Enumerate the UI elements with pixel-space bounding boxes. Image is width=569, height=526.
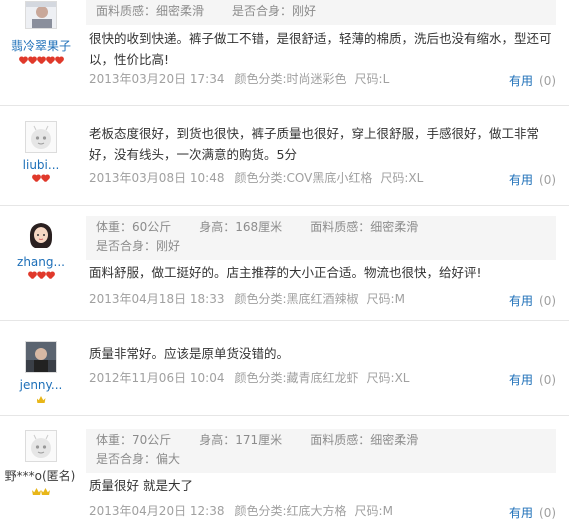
review-attributes: 面料质感：细密柔滑 是否合身：刚好 [86,0,556,25]
useful-button[interactable]: 有用 [509,74,533,88]
review-item: liubi... 老板态度很好，到货也很快，裤子质量也很好，穿上很舒服，手感很好… [0,106,569,206]
reviewer-name[interactable]: zhang... [0,255,82,269]
review-meta: 2013年03月20日 17:34 颜色分类:时尚迷彩色 尺码:L [89,72,390,86]
heart-rank-icon [46,57,55,65]
reviewer: jenny... [0,341,82,404]
review-meta: 2012年11月06日 10:04 颜色分类:藏青底红龙虾 尺码:XL [89,371,410,385]
review-item: jenny... 质量非常好。应该是原单货没错的。 2012年11月06日 10… [0,321,569,416]
useful-vote: 有用 (0) [509,294,557,308]
crown-rank-icon [32,488,41,495]
reviewer: 野***o(匿名) [0,430,82,496]
review-attributes: 体重：70公斤 身高：171厘米 面料质感：细密柔滑 是否合身：偏大 [86,429,556,473]
review-attributes: 体重：60公斤 身高：168厘米 面料质感：细密柔滑 是否合身：刚好 [86,216,556,260]
useful-button[interactable]: 有用 [509,373,533,387]
review-item: zhang... 体重：60公斤 身高：168厘米 面料质感：细密柔滑 是否合身：刚好… [0,206,569,321]
reviewer: 翡冷翠果子 [0,1,82,66]
crown-rank-icon [36,396,46,403]
heart-rank-icon [28,272,37,280]
crown-rank-icon [41,488,50,495]
review-text: 很快的收到快递。裤子做工不错，是很舒适，轻薄的棉质，洗后也没有缩水，型还可以，性… [89,31,552,67]
review-text: 面料舒服，做工挺好的。店主推荐的大小正合适。物流也很快，给好评! [89,265,482,280]
review-text: 质量很好 就是大了 [89,478,193,493]
useful-button[interactable]: 有用 [509,173,533,187]
useful-vote: 有用 (0) [509,506,557,520]
review-text: 老板态度很好，到货也很快，裤子质量也很好，穿上很舒服，手感很好，做工非常好，没有… [89,126,540,162]
heart-rank-icon [46,272,55,280]
heart-rank-icon [37,272,46,280]
review-meta: 2013年04月18日 18:33 颜色分类:黑底红酒辣椒 尺码:M [89,292,405,306]
reviewer-name[interactable]: 翡冷翠果子 [0,37,82,54]
avatar[interactable] [25,430,57,462]
reviewer-name[interactable]: liubi... [0,158,82,172]
reviewer-name[interactable]: jenny... [0,378,82,392]
rank-crowns [0,395,82,404]
avatar[interactable] [25,121,57,153]
reviewer: liubi... [0,121,82,184]
rank-crowns [0,487,82,496]
review-item: 翡冷翠果子 面料质感：细密柔滑 是否合身：刚好 很快的收到快递。裤子做工不错，是很… [0,0,569,106]
reviewer: zhang... [0,218,82,281]
rank-hearts [0,272,82,281]
rank-hearts [0,57,82,66]
review-meta: 2013年03月08日 10:48 颜色分类:COV黑底小红格 尺码:XL [89,171,424,185]
avatar[interactable] [25,341,57,373]
avatar[interactable] [25,218,57,250]
reviewer-name[interactable]: 野***o(匿名) [0,467,82,484]
heart-rank-icon [37,57,46,65]
rank-hearts [0,175,82,184]
review-meta: 2013年04月20日 12:38 颜色分类:红底大方格 尺码:M [89,504,393,518]
heart-rank-icon [41,175,50,183]
useful-button[interactable]: 有用 [509,506,533,520]
useful-vote: 有用 (0) [509,74,557,88]
heart-rank-icon [19,57,28,65]
useful-vote: 有用 (0) [509,173,557,187]
useful-vote: 有用 (0) [509,373,557,387]
review-item: 野***o(匿名) 体重：70公斤 身高：171厘米 面料质感：细密柔滑 是否合身：偏… [0,416,569,526]
useful-button[interactable]: 有用 [509,294,533,308]
heart-rank-icon [28,57,37,65]
avatar[interactable] [25,1,57,29]
review-text: 质量非常好。应该是原单货没错的。 [89,346,290,361]
heart-rank-icon [55,57,64,65]
